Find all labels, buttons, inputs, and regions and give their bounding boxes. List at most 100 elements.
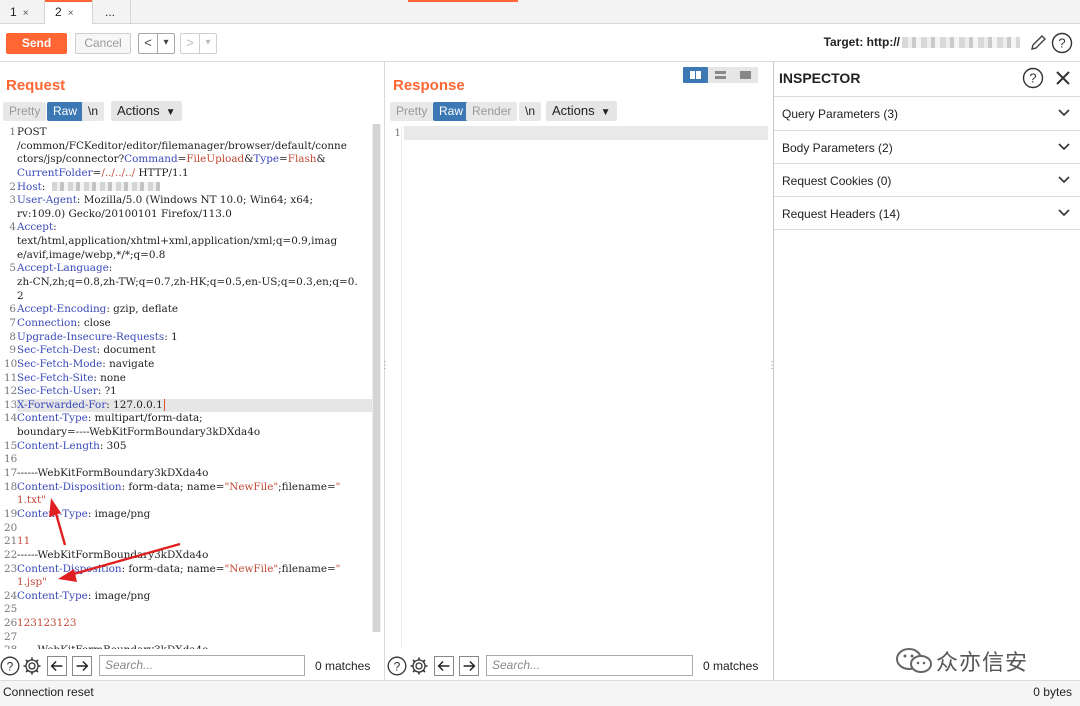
previous-match-arrow-icon[interactable]	[434, 656, 454, 676]
response-editor[interactable]	[404, 126, 768, 140]
code-line[interactable]: text/html,application/xhtml+xml,applicat…	[17, 235, 372, 249]
raw-view-button[interactable]: Raw	[433, 102, 470, 121]
drag-handle-icon[interactable]: ⋮	[767, 361, 777, 371]
previous-match-arrow-icon[interactable]	[47, 656, 67, 676]
code-line[interactable]: 1.jsp"	[17, 576, 372, 590]
code-line[interactable]	[17, 453, 372, 467]
code-line[interactable]: ------WebKitFormBoundary3kDXda4o	[17, 549, 372, 563]
history-forward-menu-button[interactable]: ▾	[199, 33, 217, 54]
code-line[interactable]: Sec-Fetch-Site: none	[17, 372, 372, 386]
edit-pencil-icon[interactable]	[1028, 33, 1048, 53]
inspector-body-parameters[interactable]: Body Parameters (2)	[774, 130, 1080, 164]
code-line[interactable]: Accept-Language:	[17, 262, 372, 276]
help-icon[interactable]: ?	[1051, 32, 1073, 54]
code-line[interactable]: Content-Type: image/png	[17, 508, 372, 522]
help-icon[interactable]: ?	[1022, 67, 1044, 89]
cancel-button[interactable]: Cancel	[75, 33, 131, 54]
code-line[interactable]: Content-Disposition: form-data; name="Ne…	[17, 563, 372, 577]
code-line[interactable]: Content-Type: multipart/form-data;	[17, 412, 372, 426]
code-line[interactable]: Host:	[17, 181, 372, 195]
code-line[interactable]: User-Agent: Mozilla/5.0 (Windows NT 10.0…	[17, 194, 372, 208]
actions-label: Actions	[552, 103, 595, 118]
code-line[interactable]: ------WebKitFormBoundary3kDXda4o--	[17, 644, 372, 649]
response-actions-menu[interactable]: Actions ▼	[546, 101, 617, 121]
request-scrollbar[interactable]	[372, 124, 381, 632]
code-line[interactable]: Content-Type: image/png	[17, 590, 372, 604]
code-line[interactable]: rv:109.0) Gecko/20100101 Firefox/113.0	[17, 208, 372, 222]
code-line[interactable]	[17, 631, 372, 645]
close-icon[interactable]	[1054, 69, 1072, 87]
code-line[interactable]: Upgrade-Insecure-Requests: 1	[17, 331, 372, 345]
layout-split-horizontal-icon[interactable]	[683, 67, 708, 83]
code-line[interactable]: X-Forwarded-For: 127.0.0.1	[17, 398, 372, 413]
code-line[interactable]: Accept-Encoding: gzip, deflate	[17, 303, 372, 317]
request-code[interactable]: POST/common/FCKeditor/editor/filemanager…	[17, 126, 372, 649]
line-number: 14	[4, 412, 18, 425]
line-number: 15	[4, 439, 18, 452]
code-line[interactable]: Sec-Fetch-Dest: document	[17, 344, 372, 358]
code-line[interactable]: ------WebKitFormBoundary3kDXda4o	[17, 467, 372, 481]
history-back-button[interactable]: <	[138, 33, 157, 54]
code-line[interactable]: CurrentFolder=/../../../ HTTP/1.1	[17, 167, 372, 181]
target-display[interactable]: Target: http://	[824, 35, 1020, 49]
render-view-button[interactable]: Render	[466, 102, 518, 121]
code-line[interactable]	[17, 522, 372, 536]
drag-handle-icon[interactable]: ⋮	[380, 361, 390, 371]
history-back-menu-button[interactable]: ▾	[157, 33, 175, 54]
help-icon[interactable]: ?	[387, 656, 407, 676]
request-editor[interactable]: 1 2 3 4 5 6 7 8 9 10 11 12 13 14 15 16 17 18 19 20 21 22 23 24 2…	[4, 124, 372, 649]
layout-tabs-icon[interactable]	[733, 67, 758, 83]
scrollbar-thumb[interactable]	[373, 124, 380, 632]
code-line[interactable]: Content-Length: 305	[17, 440, 372, 454]
code-line[interactable]: Sec-Fetch-Mode: navigate	[17, 358, 372, 372]
code-line[interactable]: boundary=----WebKitFormBoundary3kDXda4o	[17, 426, 372, 440]
raw-view-button[interactable]: Raw	[47, 102, 84, 121]
line-number	[4, 494, 16, 508]
code-line[interactable]: Accept:	[17, 221, 372, 235]
newline-toggle-button[interactable]: \n	[82, 102, 105, 121]
code-line[interactable]: e/avif,image/webp,*/*;q=0.8	[17, 249, 372, 263]
code-line[interactable]: 1.txt"	[17, 494, 372, 508]
tab-more[interactable]: ...	[93, 0, 131, 24]
close-icon[interactable]: ×	[23, 8, 29, 19]
tab-2[interactable]: 2 ×	[45, 0, 93, 25]
newline-toggle-button[interactable]: \n	[519, 102, 542, 121]
pretty-view-button[interactable]: Pretty	[390, 102, 434, 121]
redacted-host	[51, 182, 160, 192]
next-match-arrow-icon[interactable]	[459, 656, 479, 676]
inspector-request-headers[interactable]: Request Headers (14)	[774, 196, 1080, 230]
code-line[interactable]: Content-Disposition: form-data; name="Ne…	[17, 481, 372, 495]
code-line[interactable]: 11	[17, 535, 372, 549]
panel-divider[interactable]	[384, 62, 385, 680]
gear-icon[interactable]	[409, 656, 429, 676]
section-label: Request Headers (14)	[782, 207, 901, 221]
code-line[interactable]: Connection: close	[17, 317, 372, 331]
gear-icon[interactable]	[22, 656, 42, 676]
header-name: Sec-Fetch-Dest	[17, 344, 97, 357]
history-forward-button[interactable]: >	[180, 33, 199, 54]
code-line[interactable]: 2	[17, 290, 372, 304]
inspector-query-parameters[interactable]: Query Parameters (3)	[774, 96, 1080, 130]
code-line[interactable]: zh-CN,zh;q=0.8,zh-TW;q=0.7,zh-HK;q=0.5,e…	[17, 276, 372, 290]
code-line[interactable]: ctors/jsp/connector?Command = FileUpload & T…	[17, 153, 372, 167]
request-search-input[interactable]: Search...	[99, 655, 305, 676]
inspector-request-cookies[interactable]: Request Cookies (0)	[774, 163, 1080, 197]
code-line[interactable]: /common/FCKeditor/editor/filemanager/bro…	[17, 140, 372, 154]
send-button[interactable]: Send	[6, 33, 67, 54]
code-line[interactable]: 123123123	[17, 617, 372, 631]
close-icon[interactable]: ×	[68, 8, 74, 19]
next-match-arrow-icon[interactable]	[72, 656, 92, 676]
code-line[interactable]: Sec-Fetch-User: ?1	[17, 385, 372, 399]
help-icon[interactable]: ?	[0, 656, 20, 676]
pretty-view-button[interactable]: Pretty	[3, 102, 47, 121]
layout-split-vertical-icon[interactable]	[708, 67, 733, 83]
tab-1[interactable]: 1 ×	[0, 0, 45, 24]
code-text: : image/png	[87, 589, 151, 602]
code-line[interactable]: POST	[17, 126, 372, 140]
line-number	[4, 290, 16, 304]
request-actions-menu[interactable]: Actions ▼	[111, 101, 182, 121]
code-line[interactable]	[17, 603, 372, 617]
line-number	[4, 235, 16, 249]
response-search-input[interactable]: Search...	[486, 655, 693, 676]
line-number: 26	[4, 617, 18, 630]
